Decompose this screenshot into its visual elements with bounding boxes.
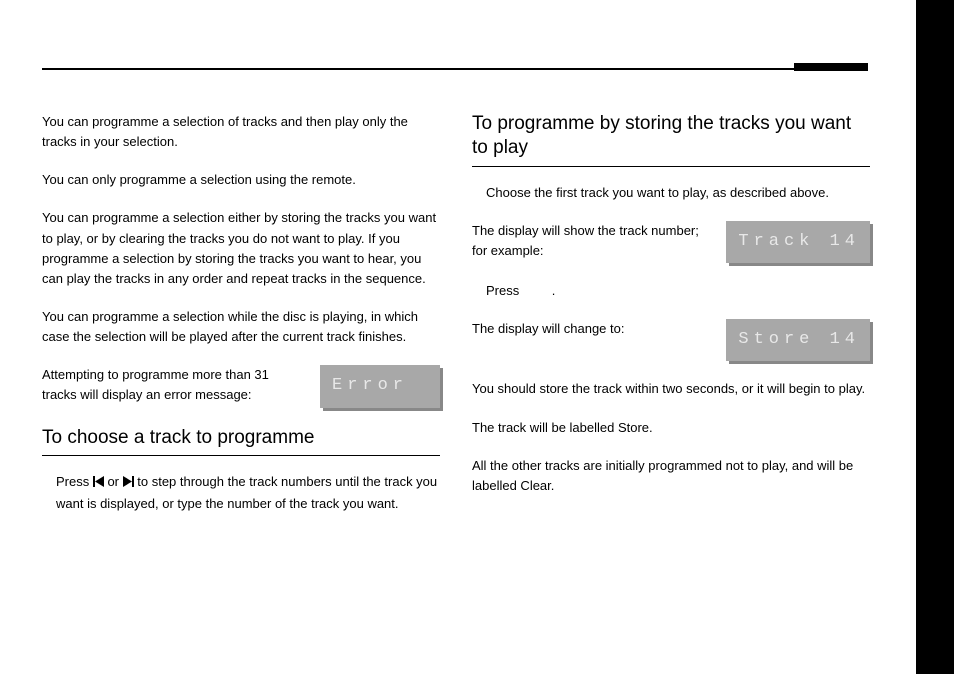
lcd-display-store: Store 14	[726, 319, 870, 361]
text-fragment: Press	[56, 474, 93, 489]
header-tab	[794, 63, 868, 71]
manual-page: You can programme a selection of tracks …	[0, 0, 954, 674]
text-fragment: or	[104, 474, 123, 489]
heading-rule	[42, 455, 440, 456]
paragraph: The track will be labelled Store.	[472, 418, 870, 438]
paragraph: All the other tracks are initially progr…	[472, 456, 870, 496]
paragraph: Choose the first track you want to play,…	[472, 183, 870, 203]
heading-rule	[472, 166, 870, 167]
paragraph: The display will change to:	[472, 319, 712, 339]
right-column: To programme by storing the tracks you w…	[472, 112, 870, 514]
paragraph: Press or to step through the track numbe…	[42, 472, 440, 513]
next-track-icon	[123, 473, 134, 493]
lcd-display-error: Error	[320, 365, 440, 407]
text-fragment: Press	[486, 283, 523, 298]
lcd-display-track: Track 14	[726, 221, 870, 263]
track-row: The display will show the track number; …	[472, 221, 870, 263]
left-column: You can programme a selection of tracks …	[42, 112, 440, 532]
paragraph: You should store the track within two se…	[472, 379, 870, 399]
paragraph: You can programme a selection either by …	[42, 208, 440, 289]
section-heading: To programme by storing the tracks you w…	[472, 112, 870, 160]
right-black-margin	[916, 0, 954, 674]
paragraph: You can programme a selection while the …	[42, 307, 440, 347]
paragraph: The display will show the track number; …	[472, 221, 712, 261]
header-rule	[42, 68, 868, 70]
text-fragment: .	[552, 283, 556, 298]
prev-track-icon	[93, 473, 104, 493]
paragraph: You can only programme a selection using…	[42, 170, 440, 190]
section-heading: To choose a track to programme	[42, 426, 440, 450]
store-row: The display will change to: Store 14	[472, 319, 870, 361]
paragraph: Press .	[472, 281, 870, 301]
blank-button-ref	[523, 283, 552, 298]
paragraph: You can programme a selection of tracks …	[42, 112, 440, 152]
paragraph: Attempting to programme more than 31 tra…	[42, 365, 306, 405]
error-row: Attempting to programme more than 31 tra…	[42, 365, 440, 407]
